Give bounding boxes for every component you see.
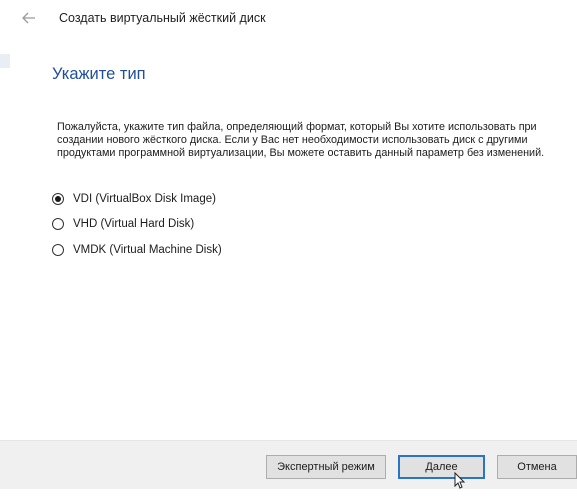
button-bar: Экспертный режим Далее Отмена [0,440,577,489]
wizard-page: Укажите тип Пожалуйста, укажите тип файл… [0,40,577,440]
option-vdi-label: VDI (VirtualBox Disk Image) [73,193,216,205]
page-heading: Укажите тип [52,65,146,83]
option-vhd[interactable]: VHD (Virtual Hard Disk) [52,215,194,233]
radio-vdi[interactable] [52,193,64,205]
option-vmdk-label: VMDK (Virtual Machine Disk) [73,244,222,256]
expert-mode-button[interactable]: Экспертный режим [266,455,386,479]
option-vdi[interactable]: VDI (VirtualBox Disk Image) [52,190,216,208]
mouse-pointer-icon [449,471,469,491]
window-title: Создать виртуальный жёсткий диск [59,11,266,25]
option-vhd-label: VHD (Virtual Hard Disk) [73,218,195,230]
title-bar: Создать виртуальный жёсткий диск [0,0,577,40]
radio-vhd[interactable] [52,218,64,230]
radio-vmdk[interactable] [52,244,64,256]
next-button[interactable]: Далее [398,455,485,479]
cancel-button[interactable]: Отмена [497,455,577,479]
option-vmdk[interactable]: VMDK (Virtual Machine Disk) [52,241,222,259]
arrow-left-icon[interactable] [20,9,38,27]
page-description: Пожалуйста, укажите тип файла, определяю… [57,121,545,160]
